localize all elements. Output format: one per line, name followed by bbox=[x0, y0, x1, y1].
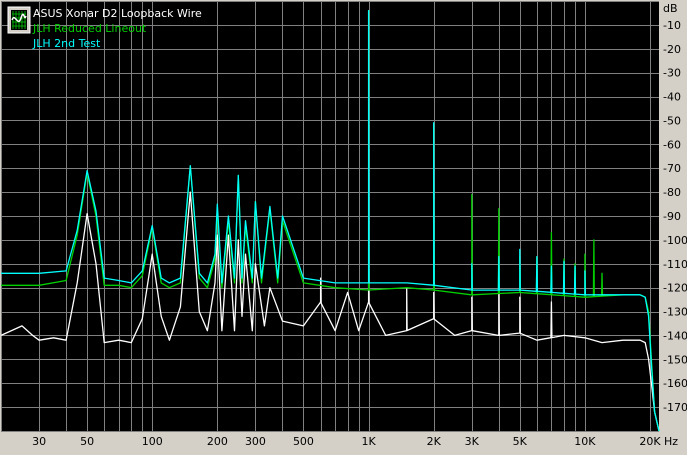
y-tick-label: -70 bbox=[663, 162, 681, 175]
y-tick-label: -80 bbox=[663, 186, 681, 199]
x-tick-label: 50 bbox=[80, 435, 94, 448]
y-tick-label: -100 bbox=[663, 234, 687, 247]
x-tick-label: 20K bbox=[639, 435, 661, 448]
x-tick-label: 100 bbox=[142, 435, 163, 448]
y-unit-label: dB bbox=[663, 2, 678, 15]
spectrum-chart: ASUS Xonar D2 Loopback Wire JLH Reduced … bbox=[0, 0, 687, 451]
y-tick-label: -160 bbox=[663, 377, 687, 390]
x-tick-label: 2K bbox=[427, 435, 442, 448]
x-tick-label: 200 bbox=[207, 435, 228, 448]
legend-entry-loopback: ASUS Xonar D2 Loopback Wire bbox=[33, 7, 202, 20]
y-tick-label: -130 bbox=[663, 306, 687, 319]
y-tick-label: -110 bbox=[663, 258, 687, 271]
x-tick-label: 30 bbox=[32, 435, 46, 448]
x-tick-label: 1K bbox=[361, 435, 376, 448]
legend-entry-jlh-reduced: JLH Reduced Lineout bbox=[32, 22, 147, 35]
x-tick-label: 300 bbox=[245, 435, 266, 448]
y-tick-label: -150 bbox=[663, 353, 687, 366]
y-tick-label: -20 bbox=[663, 43, 681, 56]
y-tick-label: -40 bbox=[663, 91, 681, 104]
x-tick-label: 3K bbox=[465, 435, 480, 448]
y-tick-label: -120 bbox=[663, 282, 687, 295]
y-tick-label: -90 bbox=[663, 210, 681, 223]
y-tick-label: -10 bbox=[663, 19, 681, 32]
y-tick-label: -140 bbox=[663, 329, 687, 342]
y-tick-label: -60 bbox=[663, 138, 681, 151]
x-tick-label: 500 bbox=[293, 435, 314, 448]
y-tick-label: -30 bbox=[663, 67, 681, 80]
x-tick-label: 10K bbox=[574, 435, 596, 448]
spectrum-chart-svg: ASUS Xonar D2 Loopback Wire JLH Reduced … bbox=[0, 0, 687, 451]
x-tick-label: 5K bbox=[513, 435, 528, 448]
legend-entry-jlh-2nd: JLH 2nd Test bbox=[32, 37, 101, 50]
y-tick-label: -50 bbox=[663, 114, 681, 127]
y-tick-label: -170 bbox=[663, 401, 687, 414]
x-unit-label: Hz bbox=[664, 435, 678, 448]
